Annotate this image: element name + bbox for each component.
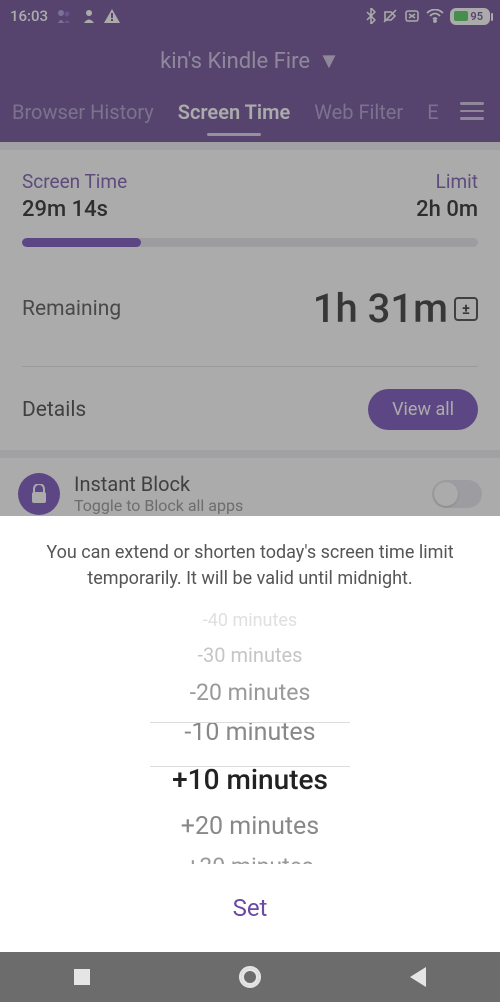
picker-option[interactable]: -40 minutes (203, 604, 297, 637)
picker-option[interactable]: -20 minutes (190, 673, 311, 712)
picker-option[interactable]: -30 minutes (198, 637, 303, 673)
recents-button[interactable] (74, 969, 90, 985)
picker-option[interactable]: +30 minutes (186, 847, 313, 864)
picker-option[interactable]: +20 minutes (181, 806, 319, 847)
home-button[interactable] (239, 966, 261, 988)
picker-option[interactable]: -10 minutes (184, 712, 315, 753)
picker-option-selected[interactable]: +10 minutes (172, 753, 328, 806)
time-adjust-sheet: You can extend or shorten today's screen… (0, 516, 500, 952)
time-picker[interactable]: -40 minutes -30 minutes -20 minutes -10 … (0, 604, 500, 864)
back-button[interactable] (410, 967, 426, 987)
set-button[interactable]: Set (0, 864, 500, 952)
android-nav-bar (0, 952, 500, 1002)
sheet-description: You can extend or shorten today's screen… (0, 516, 500, 604)
